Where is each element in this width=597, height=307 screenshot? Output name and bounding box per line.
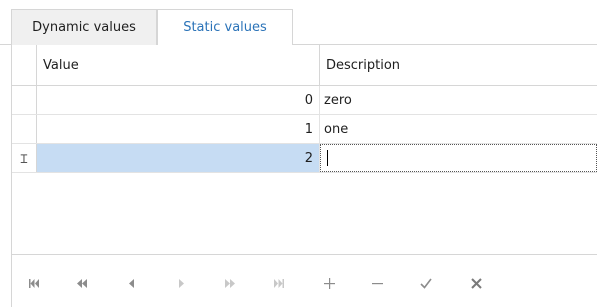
tab-divider [0, 44, 11, 45]
cell-value[interactable]: 1 [37, 115, 320, 143]
text-caret [327, 150, 328, 166]
cell-value-text: 1 [304, 121, 313, 137]
cell-description-editor[interactable] [320, 144, 597, 172]
data-navigator [12, 254, 597, 306]
cell-description[interactable]: one [320, 115, 597, 143]
table-row[interactable]: 1 one [12, 115, 597, 144]
cell-value[interactable]: 2 [37, 144, 320, 172]
append-icon[interactable] [315, 271, 343, 295]
tab-static-values[interactable]: Static values [157, 9, 293, 45]
column-header-description-label: Description [326, 57, 401, 73]
cell-description-text: zero [324, 92, 352, 108]
text-cursor-icon: Ɪ [20, 151, 28, 166]
end-edit-icon[interactable] [412, 271, 440, 295]
tab-bar: Dynamic values Static values [0, 0, 597, 45]
cell-value[interactable]: 0 [37, 86, 320, 114]
first-record-icon[interactable] [20, 271, 48, 295]
cancel-edit-icon[interactable] [462, 271, 490, 295]
static-values-panel: Value Description 0 zero 1 one Ɪ 2 [11, 45, 597, 307]
tab-dynamic-values-label: Dynamic values [32, 20, 136, 35]
row-indicator-editing[interactable]: Ɪ [12, 144, 37, 172]
table-row-selected[interactable]: Ɪ 2 [12, 144, 597, 173]
values-grid[interactable]: Value Description 0 zero 1 one Ɪ 2 [12, 45, 597, 253]
prev-page-icon[interactable] [68, 271, 96, 295]
cell-value-text: 0 [304, 92, 313, 108]
column-header-value-label: Value [43, 57, 79, 73]
next-record-icon[interactable] [168, 271, 196, 295]
cell-description-text: one [324, 121, 349, 137]
column-header-value[interactable]: Value [37, 45, 320, 85]
tab-dynamic-values[interactable]: Dynamic values [11, 9, 157, 45]
cell-value-text: 2 [304, 150, 313, 166]
table-row[interactable]: 0 zero [12, 86, 597, 115]
cell-description[interactable]: zero [320, 86, 597, 114]
last-record-icon[interactable] [265, 271, 293, 295]
row-indicator[interactable] [12, 86, 37, 114]
tab-static-values-label: Static values [183, 20, 267, 35]
row-indicator[interactable] [12, 115, 37, 143]
row-indicator-header [12, 45, 37, 85]
next-page-icon[interactable] [216, 271, 244, 295]
column-header-description[interactable]: Description [320, 45, 597, 85]
delete-icon[interactable] [363, 271, 391, 295]
grid-header: Value Description [12, 45, 597, 86]
prev-record-icon[interactable] [118, 271, 146, 295]
